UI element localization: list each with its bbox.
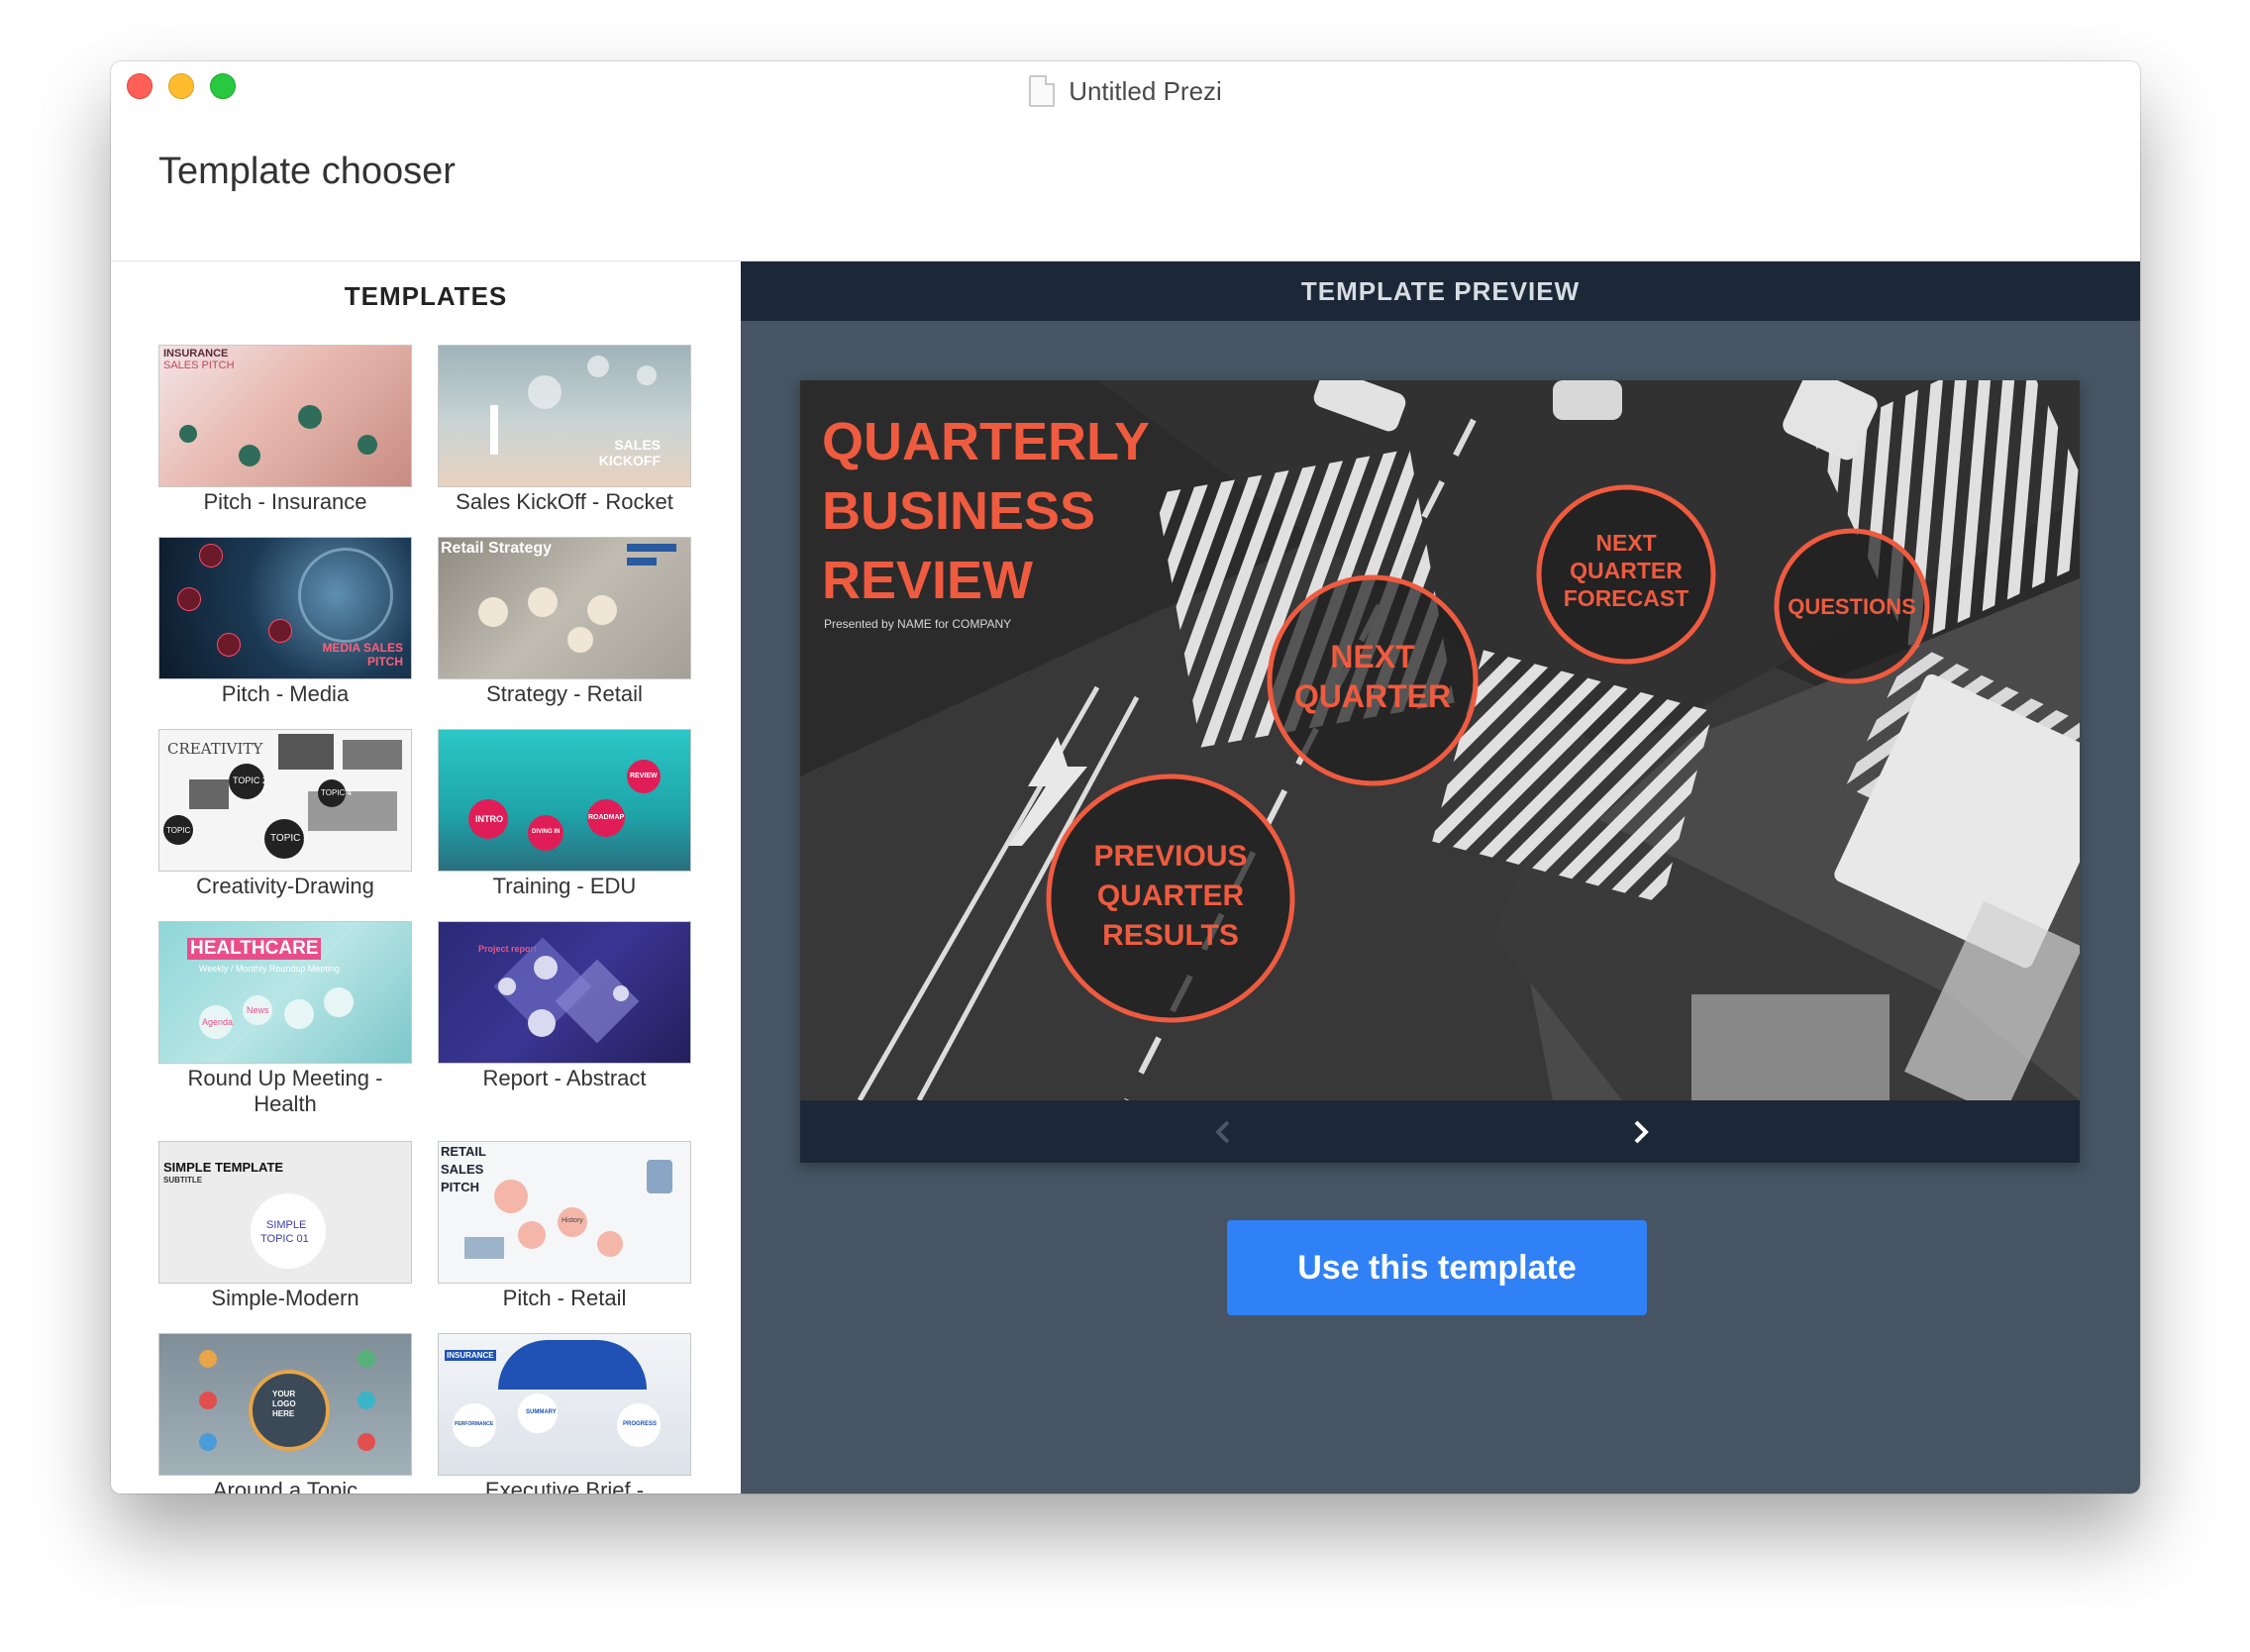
template-card-simple-modern[interactable]: SIMPLE TEMPLATE SUBTITLE SIMPLE TOPIC 01…	[158, 1141, 412, 1311]
template-thumbnail: INSURANCE SALES PITCH	[158, 345, 412, 487]
preview-panel: TEMPLATE PREVIEW QUARTERLY BUSINESS REVI…	[741, 261, 2140, 1494]
svg-text:NEXT: NEXT	[1330, 639, 1415, 674]
window-controls	[127, 73, 236, 99]
app-window: Untitled Prezi Template chooser TEMPLATE…	[111, 61, 2140, 1494]
template-thumbnail: INTRO REVIEW ROADMAP DIVING IN	[438, 729, 691, 872]
template-card-report-abstract[interactable]: Project report Report - Abstract	[438, 921, 691, 1091]
template-thumbnail: CREATIVITY TOPIC 2 TOPIC 4 TOPIC 1 TOPIC…	[158, 729, 412, 872]
title-bar: Untitled Prezi	[111, 61, 2140, 121]
template-label: Executive Brief - Insurance	[484, 1478, 645, 1494]
template-thumbnail: RETAIL SALES PITCH History	[438, 1141, 691, 1284]
template-label: Sales KickOff - Rocket	[456, 489, 673, 514]
window-title-text: Untitled Prezi	[1069, 75, 1222, 106]
svg-text:PREVIOUS: PREVIOUS	[1093, 840, 1247, 873]
svg-text:RESULTS: RESULTS	[1102, 919, 1239, 952]
template-preview: QUARTERLY BUSINESS REVIEW Presented by N…	[800, 380, 2080, 1163]
document-icon	[1029, 75, 1056, 107]
template-card-around-a-topic[interactable]: YOUR LOGO HERE Around a Topic	[158, 1333, 412, 1494]
chevron-right-icon[interactable]	[1622, 1114, 1658, 1150]
svg-text:QUARTER: QUARTER	[1097, 879, 1245, 912]
svg-text:QUARTER: QUARTER	[1294, 678, 1451, 714]
template-label: Round Up Meeting - Health	[187, 1066, 383, 1116]
circle-next-quarter-forecast: NEXT QUARTER FORECAST	[1536, 484, 1716, 665]
minimize-window-button[interactable]	[168, 73, 194, 99]
svg-text:REVIEW: REVIEW	[822, 551, 1033, 610]
template-card-round-up-meeting-health[interactable]: HEALTHCARE Weekly / Monthly Roundup Meet…	[158, 921, 412, 1117]
template-label: Simple-Modern	[211, 1286, 359, 1310]
use-template-button[interactable]: Use this template	[1227, 1220, 1647, 1315]
preview-heading: TEMPLATE PREVIEW	[741, 261, 2140, 321]
close-window-button[interactable]	[127, 73, 153, 99]
svg-text:Presented by NAME for COMPANY: Presented by NAME for COMPANY	[824, 617, 1011, 631]
template-label: Pitch - Media	[221, 681, 350, 706]
template-card-creativity-drawing[interactable]: CREATIVITY TOPIC 2 TOPIC 4 TOPIC 1 TOPIC…	[158, 729, 412, 899]
template-card-executive-brief-insurance[interactable]: INSURANCE SUMMARY PERFORMANCE PROGRESS E…	[438, 1333, 691, 1494]
svg-text:NEXT: NEXT	[1595, 530, 1656, 556]
svg-text:FORECAST: FORECAST	[1564, 585, 1689, 611]
template-card-pitch-retail[interactable]: RETAIL SALES PITCH History Pitch - Retai…	[438, 1141, 691, 1311]
template-thumbnail: SIMPLE TEMPLATE SUBTITLE SIMPLE TOPIC 01	[158, 1141, 412, 1284]
template-thumbnail: HEALTHCARE Weekly / Monthly Roundup Meet…	[158, 921, 412, 1064]
template-label: Pitch - Insurance	[203, 489, 367, 514]
preview-nav	[800, 1100, 2080, 1163]
template-label: Around a Topic	[212, 1478, 358, 1494]
template-thumbnail: YOUR LOGO HERE	[158, 1333, 412, 1476]
svg-text:QUARTER: QUARTER	[1570, 558, 1683, 583]
window-title: Untitled Prezi	[1029, 75, 1222, 107]
template-card-sales-kickoff-rocket[interactable]: SALES KICKOFF Sales KickOff - Rocket	[438, 345, 691, 515]
template-thumbnail: Retail Strategy	[438, 537, 691, 679]
template-label: Strategy - Retail	[486, 681, 643, 706]
circle-previous-quarter-results: PREVIOUS QUARTER RESULTS	[1046, 774, 1295, 1023]
template-card-strategy-retail[interactable]: Retail Strategy Strategy - Retail	[438, 537, 691, 707]
template-card-pitch-insurance[interactable]: INSURANCE SALES PITCH Pitch - Insurance	[158, 345, 412, 515]
template-card-pitch-media[interactable]: MEDIA SALES PITCH Pitch - Media	[158, 537, 412, 707]
templates-heading: TEMPLATES	[344, 281, 508, 311]
chevron-left-icon[interactable]	[1206, 1114, 1242, 1150]
template-thumbnail: MEDIA SALES PITCH	[158, 537, 412, 679]
template-card-training-edu[interactable]: INTRO REVIEW ROADMAP DIVING IN Training …	[438, 729, 691, 899]
templates-panel[interactable]: TEMPLATES INSURANCE SALES PITCH Pitch - …	[111, 261, 741, 1494]
circle-next-quarter: NEXT QUARTER	[1267, 574, 1479, 786]
svg-text:BUSINESS: BUSINESS	[822, 481, 1095, 541]
maximize-window-button[interactable]	[210, 73, 236, 99]
template-thumbnail: SALES KICKOFF	[438, 345, 691, 487]
template-thumbnail: INSURANCE SUMMARY PERFORMANCE PROGRESS	[438, 1333, 691, 1476]
svg-text:QUARTERLY: QUARTERLY	[822, 412, 1150, 471]
slide-preview: QUARTERLY BUSINESS REVIEW Presented by N…	[800, 380, 2080, 1100]
template-label: Report - Abstract	[482, 1066, 647, 1090]
svg-text:QUESTIONS: QUESTIONS	[1788, 594, 1916, 619]
template-label: Creativity-Drawing	[196, 874, 374, 898]
template-thumbnail: Project report	[438, 921, 691, 1064]
circle-questions: QUESTIONS	[1774, 528, 1930, 684]
template-label: Training - EDU	[492, 874, 637, 898]
template-label: Pitch - Retail	[502, 1286, 627, 1310]
